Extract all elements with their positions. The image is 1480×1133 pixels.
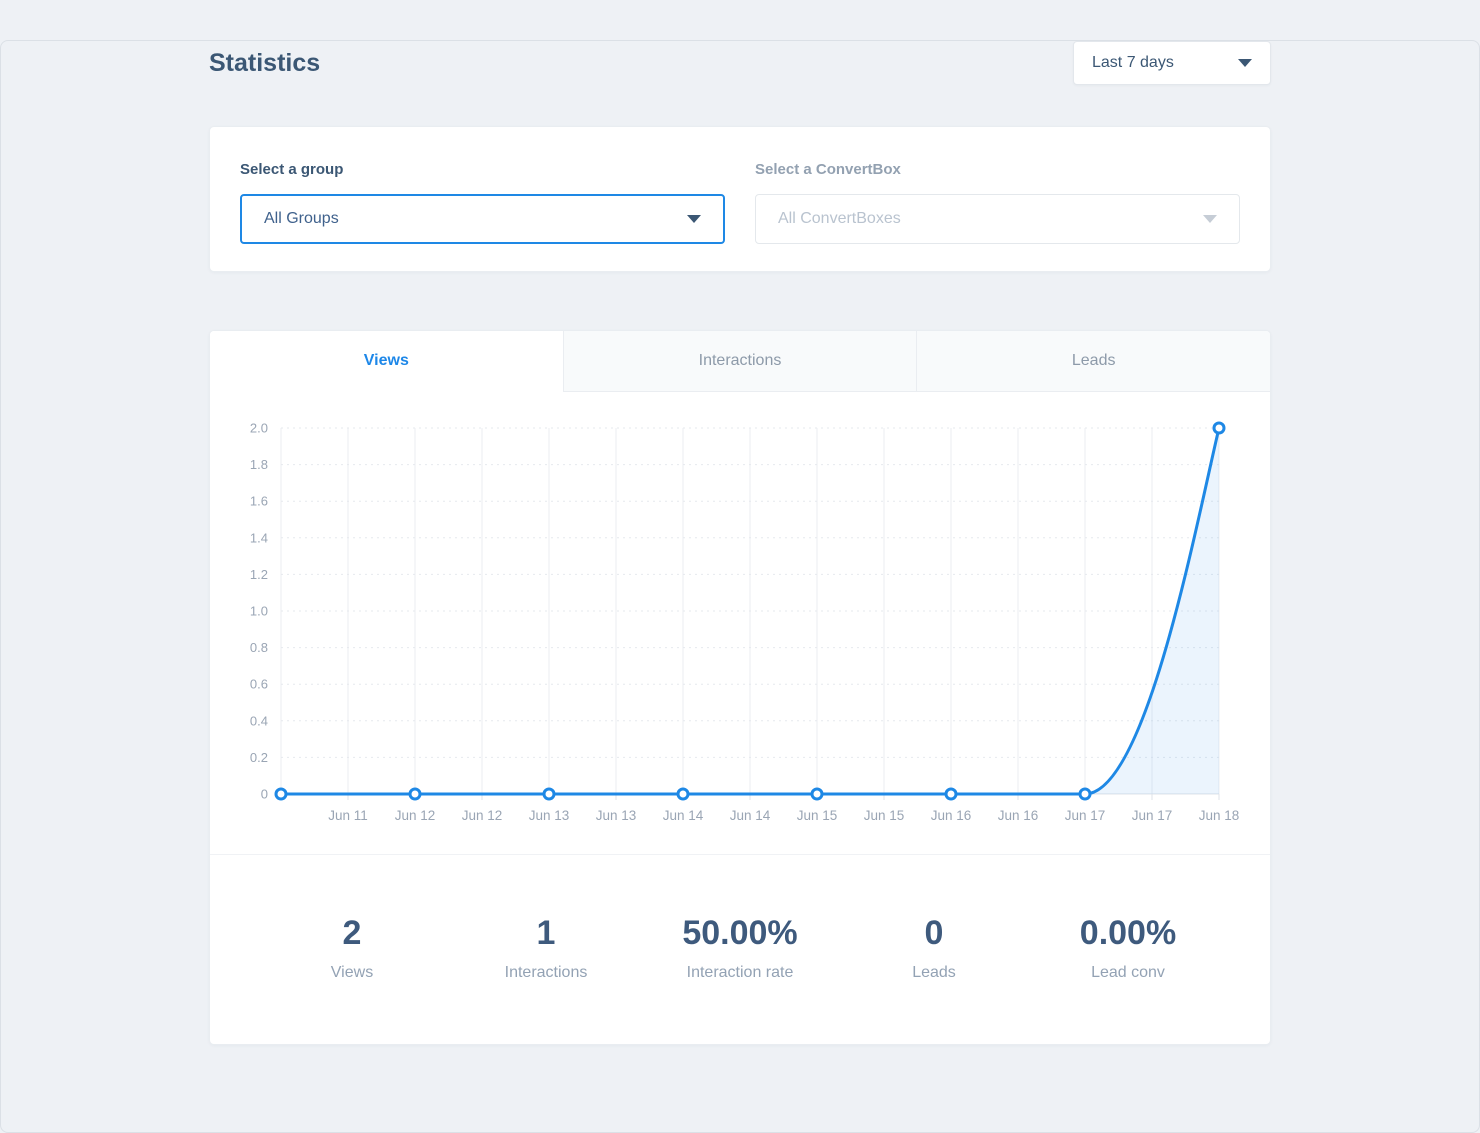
page-header: Statistics Last 7 days (209, 40, 1271, 86)
data-point-marker[interactable] (544, 789, 554, 799)
x-tick-label: Jun 14 (730, 808, 771, 823)
stat-label: Views (255, 964, 449, 982)
x-tick-label: Jun 17 (1065, 808, 1106, 823)
x-tick-label: Jun 15 (797, 808, 838, 823)
stat-value: 0 (837, 915, 1031, 952)
x-tick-label: Jun 12 (395, 808, 436, 823)
chevron-down-icon (1203, 215, 1217, 223)
convertbox-select: All ConvertBoxes (755, 194, 1240, 244)
stat-leads: 0 Leads (837, 915, 1031, 982)
convertbox-select-value: All ConvertBoxes (778, 210, 901, 228)
views-chart-svg[interactable]: 0 0.2 0.4 0.6 0.8 1.0 1.2 1.4 1.6 1.8 2.0 Jun 11 Jun… (210, 401, 1270, 841)
x-tick-label: Jun 15 (864, 808, 905, 823)
tab-views[interactable]: Views (210, 331, 563, 392)
data-point-marker[interactable] (1214, 423, 1224, 433)
data-point-marker[interactable] (1080, 789, 1090, 799)
chevron-down-icon (687, 215, 701, 223)
stat-value: 1 (449, 915, 643, 952)
x-tick-label: Jun 13 (529, 808, 570, 823)
data-point-marker[interactable] (276, 789, 286, 799)
stat-label: Leads (837, 964, 1031, 982)
chart-tabs: Views Interactions Leads (210, 331, 1270, 392)
filters-card: Select a group All Groups Select a Conve… (209, 126, 1271, 272)
y-tick-label: 0 (261, 787, 268, 802)
stat-label: Interaction rate (643, 964, 837, 982)
x-tick-label: Jun 17 (1132, 808, 1173, 823)
group-select-label: Select a group (240, 161, 725, 178)
data-point-marker[interactable] (812, 789, 822, 799)
stat-value: 2 (255, 915, 449, 952)
x-tick-label: Jun 13 (596, 808, 637, 823)
stat-label: Interactions (449, 964, 643, 982)
y-tick-label: 2.0 (250, 421, 268, 436)
convertbox-select-label: Select a ConvertBox (755, 161, 1240, 178)
group-select[interactable]: All Groups (240, 194, 725, 244)
stat-value: 0.00% (1031, 915, 1225, 952)
y-tick-label: 1.0 (250, 604, 268, 619)
page-title: Statistics (209, 49, 320, 78)
stat-views: 2 Views (255, 915, 449, 982)
stat-interactions: 1 Interactions (449, 915, 643, 982)
data-point-marker[interactable] (946, 789, 956, 799)
x-tick-label: Jun 11 (328, 808, 368, 823)
stats-row: 2 Views 1 Interactions 50.00% Interactio… (210, 855, 1270, 982)
convertbox-filter: Select a ConvertBox All ConvertBoxes (755, 161, 1240, 271)
tab-interactions[interactable]: Interactions (563, 331, 917, 392)
stat-interaction-rate: 50.00% Interaction rate (643, 915, 837, 982)
chart-area: 0 0.2 0.4 0.6 0.8 1.0 1.2 1.4 1.6 1.8 2.0 Jun 11 Jun… (210, 392, 1270, 842)
date-range-value: Last 7 days (1092, 54, 1174, 72)
x-tick-label: Jun 16 (931, 808, 972, 823)
y-tick-label: 1.4 (250, 530, 268, 545)
y-tick-label: 0.6 (250, 677, 268, 692)
x-tick-label: Jun 14 (663, 808, 704, 823)
tab-leads[interactable]: Leads (916, 331, 1270, 392)
statistics-page: Statistics Last 7 days Select a group Al… (209, 40, 1271, 1045)
y-tick-label: 1.2 (250, 567, 268, 582)
date-range-select[interactable]: Last 7 days (1073, 41, 1271, 85)
x-tick-label: Jun 18 (1199, 808, 1240, 823)
group-filter: Select a group All Groups (240, 161, 725, 271)
group-select-value: All Groups (264, 210, 339, 228)
x-tick-label: Jun 16 (998, 808, 1039, 823)
stat-lead-conv: 0.00% Lead conv (1031, 915, 1225, 982)
stat-label: Lead conv (1031, 964, 1225, 982)
stat-value: 50.00% (643, 915, 837, 952)
chevron-down-icon (1238, 59, 1252, 67)
y-tick-label: 1.6 (250, 494, 268, 509)
y-tick-label: 0.4 (250, 713, 268, 728)
y-tick-label: 0.8 (250, 640, 268, 655)
x-tick-label: Jun 12 (462, 808, 503, 823)
data-point-marker[interactable] (410, 789, 420, 799)
y-tick-label: 0.2 (250, 750, 268, 765)
y-tick-label: 1.8 (250, 457, 268, 472)
statistics-card: Views Interactions Leads 0 0.2 0.4 0.6 0.8 1.… (209, 330, 1271, 1045)
data-point-marker[interactable] (678, 789, 688, 799)
